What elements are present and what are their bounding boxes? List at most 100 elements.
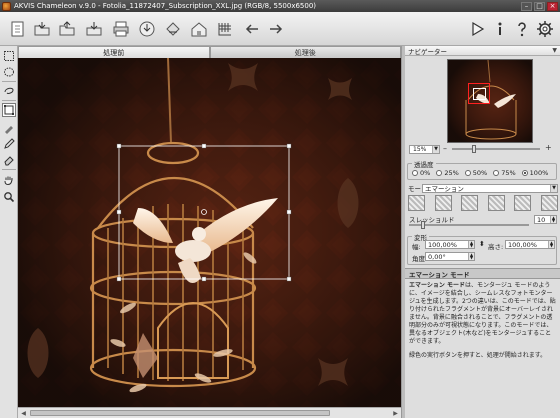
zoom-slider-thumb[interactable]	[472, 145, 476, 153]
pencil-icon[interactable]	[2, 137, 16, 151]
app-logo-icon	[2, 1, 11, 11]
eraser-icon[interactable]	[2, 153, 16, 167]
navigator-header: ナビゲーター ▼	[405, 46, 560, 56]
home-icon[interactable]	[189, 19, 209, 39]
scroll-left-icon[interactable]: ◀	[19, 409, 28, 417]
height-field[interactable]: 100,00% ▲ ▼	[505, 240, 555, 249]
transform-group: 変形 幅: 100,00% ▲ ▼ ⬍ 高さ: 100,00% ▲ ▼ 角度: 0,…	[407, 232, 557, 265]
table-icon[interactable]	[215, 19, 235, 39]
radio-icon	[493, 170, 500, 176]
transparency-option-100[interactable]: 100%	[521, 169, 549, 177]
transparency-option-0[interactable]: 0%	[412, 169, 430, 177]
transparency-option-25[interactable]: 25%	[436, 169, 459, 177]
swatch-2[interactable]	[434, 195, 452, 211]
mode-select[interactable]: エマーション ▼	[422, 183, 558, 193]
mode-swatches	[408, 195, 558, 212]
title-bar: AKVIS Chameleon v.9.0 - Fotolia_11872407…	[0, 0, 560, 12]
zoom-value: 15%	[413, 145, 427, 153]
swatch-4[interactable]	[487, 195, 505, 211]
threshold-label: スレッショルド	[409, 216, 455, 224]
scroll-thumb[interactable]	[30, 410, 330, 416]
scroll-right-icon[interactable]: ▶	[391, 409, 400, 417]
paint-bucket-icon[interactable]	[163, 19, 183, 39]
tab-after[interactable]: 処理後	[209, 46, 401, 58]
zoom-select[interactable]: 15% ▼	[409, 144, 440, 154]
mode-row: モード エマーション ▼	[405, 183, 560, 193]
swatch-3[interactable]	[461, 195, 479, 211]
open-folder-icon[interactable]	[32, 19, 52, 39]
transparency-option-75[interactable]: 75%	[493, 169, 516, 177]
tab-before[interactable]: 処理前	[18, 46, 210, 58]
share-icon[interactable]	[137, 19, 157, 39]
rect-select-icon[interactable]	[2, 49, 16, 63]
settings-icon[interactable]	[535, 19, 555, 39]
export-icon[interactable]	[84, 19, 104, 39]
zoom-row: 15% ▼ – +	[405, 143, 560, 155]
open-icon[interactable]	[8, 19, 28, 39]
image-canvas[interactable]	[18, 58, 401, 407]
spinner-icon[interactable]: ▲ ▼	[468, 241, 474, 248]
save-icon[interactable]	[57, 19, 77, 39]
option-label: 25%	[444, 169, 459, 177]
hand-icon[interactable]	[2, 173, 16, 187]
close-button[interactable]: ×	[547, 1, 558, 11]
swatch-5[interactable]	[514, 195, 532, 211]
transparency-option-50[interactable]: 50%	[464, 169, 488, 177]
angle-field[interactable]: 0,00° ▲ ▼	[425, 252, 475, 261]
navigator-title: ナビゲーター	[408, 47, 447, 56]
option-label: 50%	[472, 169, 488, 177]
lasso-icon[interactable]	[2, 84, 16, 98]
option-label: 100%	[529, 169, 549, 177]
main-toolbar	[0, 12, 560, 46]
spinner-icon[interactable]: ▲ ▼	[468, 253, 474, 260]
undo-icon[interactable]	[242, 19, 262, 39]
mode-value: エマーション	[425, 185, 464, 193]
transparency-label: 透過度	[412, 159, 436, 169]
chevron-down-icon: ▼	[550, 184, 557, 192]
threshold-slider-thumb[interactable]	[420, 221, 425, 229]
panel-menu-icon[interactable]: ▼	[552, 47, 557, 54]
radio-selected-icon	[521, 170, 528, 176]
horizontal-scrollbar[interactable]: ◀ ▶	[18, 407, 401, 418]
radio-icon	[464, 170, 471, 176]
redo-icon[interactable]	[266, 19, 286, 39]
zoom-in-icon[interactable]: +	[545, 143, 552, 152]
help-description: は、モンタージュ モードのように、イメージを結合し、シームレスなフォトモンタージ…	[409, 282, 556, 345]
width-field[interactable]: 100,00% ▲ ▼	[425, 240, 475, 249]
minimize-button[interactable]: –	[521, 1, 532, 11]
width-label: 幅:	[412, 243, 421, 251]
spinner-icon[interactable]: ▲ ▼	[548, 241, 554, 248]
radio-icon	[412, 170, 418, 176]
print-icon[interactable]	[111, 19, 131, 39]
spinner-icon[interactable]: ▲ ▼	[550, 216, 556, 223]
swatch-6[interactable]	[540, 195, 558, 211]
height-label: 高さ:	[488, 243, 504, 251]
run-icon[interactable]	[467, 19, 487, 39]
tool-divider	[2, 169, 16, 170]
tool-divider	[2, 100, 16, 101]
zoom-icon[interactable]	[2, 190, 16, 204]
link-icon[interactable]: ⬍	[479, 240, 485, 248]
zoom-out-icon[interactable]: –	[443, 144, 447, 153]
view-tabs: 処理前 処理後	[18, 46, 401, 58]
info-icon[interactable]	[490, 19, 510, 39]
height-value: 100,00%	[508, 240, 537, 249]
help-paragraph: エマーション モードは、モンタージュ モードのように、イメージを結合し、シームレ…	[409, 282, 556, 346]
ellipse-select-icon[interactable]	[2, 65, 16, 79]
threshold-slider[interactable]	[409, 221, 529, 229]
brush-icon[interactable]	[2, 121, 16, 135]
settings-panel: ナビゲーター ▼ 15% ▼ – + 透過度 0% 25% 50% 75% 10…	[405, 46, 560, 418]
navigator-preview[interactable]	[447, 59, 533, 143]
transparency-group: 透過度 0% 25% 50% 75% 100%	[407, 159, 557, 180]
swatch-1[interactable]	[408, 195, 425, 211]
help-icon[interactable]	[512, 19, 532, 39]
option-label: 0%	[420, 169, 431, 177]
maximize-button[interactable]: □	[534, 1, 545, 11]
help-header: エマーション モード	[405, 268, 560, 279]
transform-icon[interactable]	[2, 103, 16, 117]
threshold-input[interactable]: 10 ▲ ▼	[534, 215, 557, 224]
navigator-thumbnail	[448, 60, 532, 142]
help-text: エマーション モードは、モンタージュ モードのように、イメージを結合し、シームレ…	[409, 282, 556, 366]
tools-panel	[0, 46, 18, 418]
zoom-slider[interactable]	[452, 145, 540, 153]
